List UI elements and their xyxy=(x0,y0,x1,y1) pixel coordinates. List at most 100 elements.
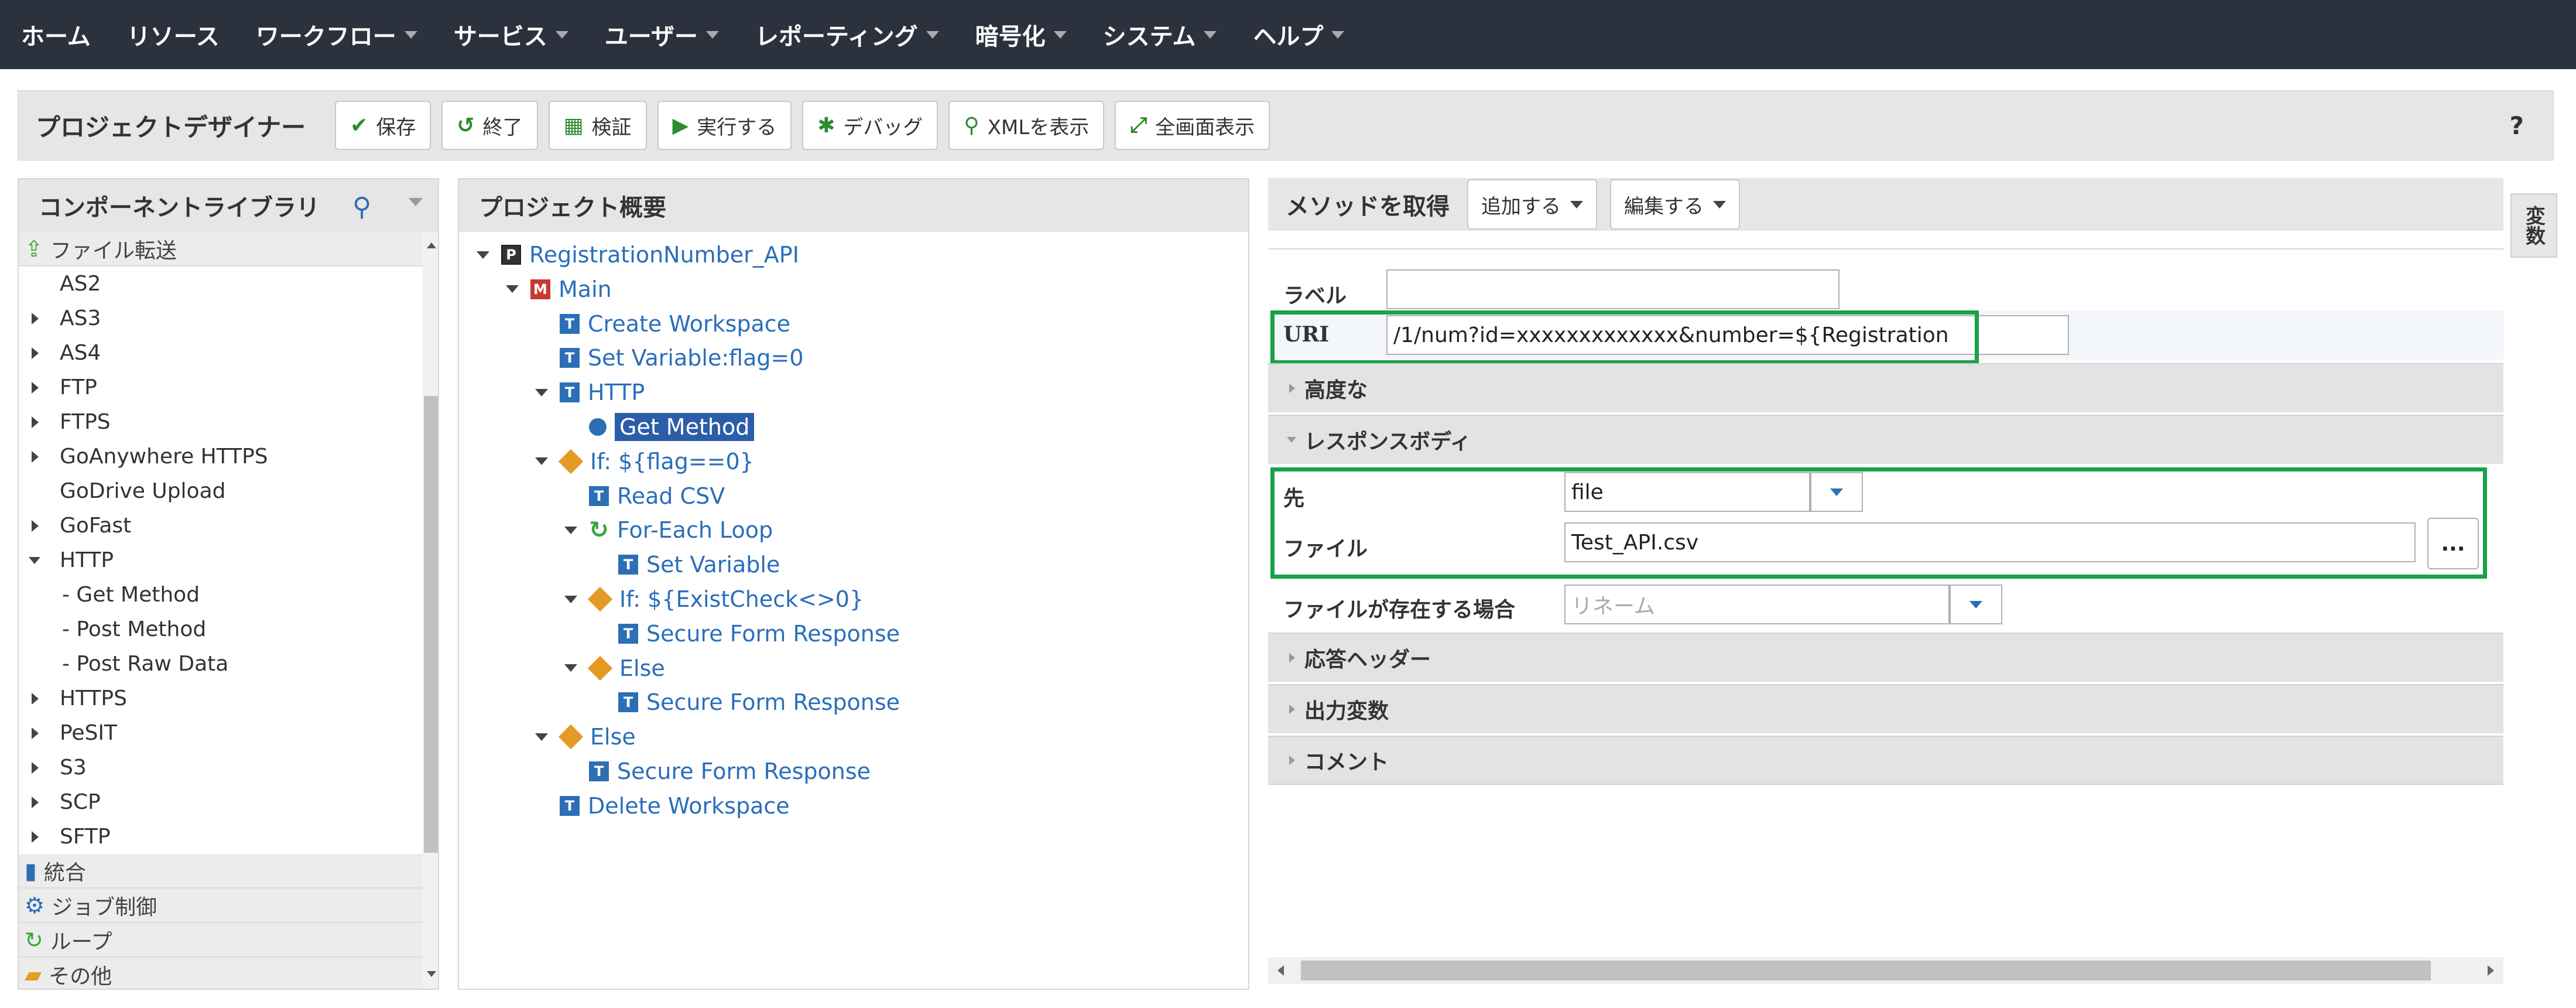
chevron-down-icon xyxy=(1287,437,1296,443)
tree-node[interactable]: M Main xyxy=(506,272,612,306)
chevron-right-icon xyxy=(1289,384,1295,393)
chevron-down-icon[interactable] xyxy=(477,251,489,259)
library-item[interactable]: PeSIT xyxy=(19,716,423,750)
library-item[interactable]: GoDrive Upload xyxy=(19,474,423,508)
tree-node[interactable]: T HTTP xyxy=(535,375,645,409)
toolbar-button[interactable]: ▦ 検証 xyxy=(548,101,647,150)
chevron-right-icon[interactable] xyxy=(32,727,39,739)
tree-node[interactable]: T Set Variable xyxy=(618,548,780,582)
tree-node[interactable]: Else xyxy=(564,651,665,685)
properties-horizontal-scrollbar[interactable] xyxy=(1268,957,2503,984)
tree-node[interactable]: If: ${ExistCheck<>0} xyxy=(564,582,864,616)
chevron-down-icon[interactable] xyxy=(409,198,423,206)
nav-item[interactable]: ユーザー xyxy=(605,18,720,52)
tree-node[interactable]: T Secure Form Response xyxy=(589,754,871,788)
library-item[interactable]: GoFast xyxy=(19,508,423,543)
scroll-right-icon[interactable] xyxy=(2488,965,2494,976)
library-item[interactable]: AS4 xyxy=(19,336,423,370)
section-output-vars[interactable]: 出力変数 xyxy=(1268,684,2503,733)
chevron-right-icon[interactable] xyxy=(32,347,39,359)
nav-item[interactable]: ワークフロー xyxy=(256,18,417,52)
library-group[interactable]: ⚙ ジョブ制御 xyxy=(19,889,423,923)
chevron-right-icon[interactable] xyxy=(32,450,39,463)
chevron-down-icon[interactable] xyxy=(535,733,548,741)
chevron-right-icon[interactable] xyxy=(32,520,39,532)
chevron-right-icon[interactable] xyxy=(32,312,39,324)
tree-node[interactable]: T Secure Form Response xyxy=(618,685,900,719)
tree-node[interactable]: T Read CSV xyxy=(589,479,725,513)
scroll-up-icon[interactable] xyxy=(427,242,436,248)
tree-node[interactable]: Get Method xyxy=(589,410,755,444)
edit-button[interactable]: 編集する xyxy=(1610,179,1740,230)
exists-dropdown-button[interactable] xyxy=(1950,585,2002,624)
library-scrollbar[interactable] xyxy=(423,232,438,989)
chevron-down-icon[interactable] xyxy=(506,285,519,293)
exists-select[interactable]: リネーム xyxy=(1564,585,1950,624)
chevron-down-icon[interactable] xyxy=(535,457,548,466)
library-item[interactable]: HTTP xyxy=(19,543,423,578)
library-item[interactable]: AS3 xyxy=(19,301,423,336)
library-item[interactable]: - Post Method xyxy=(19,612,423,647)
add-button[interactable]: 追加する xyxy=(1467,179,1597,230)
nav-item[interactable]: ヘルプ xyxy=(1253,18,1345,52)
nav-item[interactable]: サービス xyxy=(454,18,568,52)
library-item[interactable]: S3 xyxy=(19,750,423,785)
library-item[interactable]: - Get Method xyxy=(19,578,423,612)
chevron-down-icon[interactable] xyxy=(29,556,40,564)
section-comment[interactable]: コメント xyxy=(1268,736,2503,785)
tree-node[interactable]: If: ${flag==0} xyxy=(535,445,754,479)
nav-item[interactable]: システム xyxy=(1103,18,1217,52)
group-file-transfer[interactable]: ⇪ ファイル転送 xyxy=(19,232,423,266)
nav-item[interactable]: レポーティング xyxy=(755,18,939,52)
chevron-down-icon[interactable] xyxy=(535,388,548,397)
section-response-header[interactable]: 応答ヘッダー xyxy=(1268,633,2503,682)
tree-node[interactable]: T Set Variable:flag=0 xyxy=(560,341,804,375)
section-response-body[interactable]: レスポンスボディ xyxy=(1268,415,2503,464)
scroll-thumb[interactable] xyxy=(1301,961,2431,980)
library-group[interactable]: ▰ その他 xyxy=(19,958,423,989)
toolbar-button[interactable]: ✱ デバッグ xyxy=(802,101,938,150)
library-item[interactable]: SFTP xyxy=(19,819,423,854)
chevron-right-icon[interactable] xyxy=(32,381,39,394)
library-group[interactable]: ▮ 統合 xyxy=(19,854,423,889)
chevron-down-icon[interactable] xyxy=(564,664,577,672)
tree-node[interactable]: P RegistrationNumber_API xyxy=(477,238,799,272)
library-group[interactable]: ↻ ループ xyxy=(19,923,423,958)
toolbar-button[interactable]: ⚲ XMLを表示 xyxy=(948,101,1105,150)
toolbar-button[interactable]: ✔ 保存 xyxy=(335,101,431,150)
library-item[interactable]: HTTPS xyxy=(19,681,423,716)
search-icon[interactable]: ⚲ xyxy=(352,192,371,222)
chevron-down-icon[interactable] xyxy=(564,526,577,534)
tree-node[interactable]: T Secure Form Response xyxy=(618,617,900,651)
chevron-right-icon[interactable] xyxy=(32,796,39,808)
label-input[interactable] xyxy=(1386,269,1839,309)
tree-node[interactable]: T Create Workspace xyxy=(560,307,790,341)
chevron-right-icon[interactable] xyxy=(32,692,39,705)
nav-item[interactable]: ホーム xyxy=(21,18,91,52)
library-item[interactable]: - Post Raw Data xyxy=(19,647,423,681)
help-button[interactable]: ? xyxy=(2510,111,2524,140)
tree-node[interactable]: T Delete Workspace xyxy=(560,789,790,823)
chevron-down-icon[interactable] xyxy=(564,595,577,603)
scroll-left-icon[interactable] xyxy=(1277,965,1284,976)
library-item[interactable]: SCP xyxy=(19,785,423,819)
chevron-right-icon[interactable] xyxy=(32,761,39,774)
scroll-down-icon[interactable] xyxy=(427,971,436,977)
tree-node[interactable]: Else xyxy=(535,720,636,754)
library-item[interactable]: FTP xyxy=(19,370,423,405)
scroll-thumb[interactable] xyxy=(424,396,438,853)
chevron-right-icon[interactable] xyxy=(32,831,39,843)
tree-node[interactable]: ↻ For-Each Loop xyxy=(564,513,773,547)
nav-item[interactable]: リソース xyxy=(127,18,220,52)
toolbar-button[interactable]: ▶ 実行する xyxy=(657,101,792,150)
library-item[interactable]: AS2 xyxy=(19,266,423,301)
library-item[interactable]: FTPS xyxy=(19,405,423,439)
nav-item[interactable]: 暗号化 xyxy=(975,18,1067,52)
section-advanced[interactable]: 高度な xyxy=(1268,363,2503,412)
variables-side-tab[interactable]: 変数 xyxy=(2510,193,2557,258)
edit-label: 編集する xyxy=(1624,194,1704,218)
chevron-right-icon[interactable] xyxy=(32,416,39,428)
toolbar-button[interactable]: ↺ 終了 xyxy=(441,101,538,150)
toolbar-button[interactable]: ⤢ 全画面表示 xyxy=(1115,101,1270,150)
library-item[interactable]: GoAnywhere HTTPS xyxy=(19,439,423,474)
